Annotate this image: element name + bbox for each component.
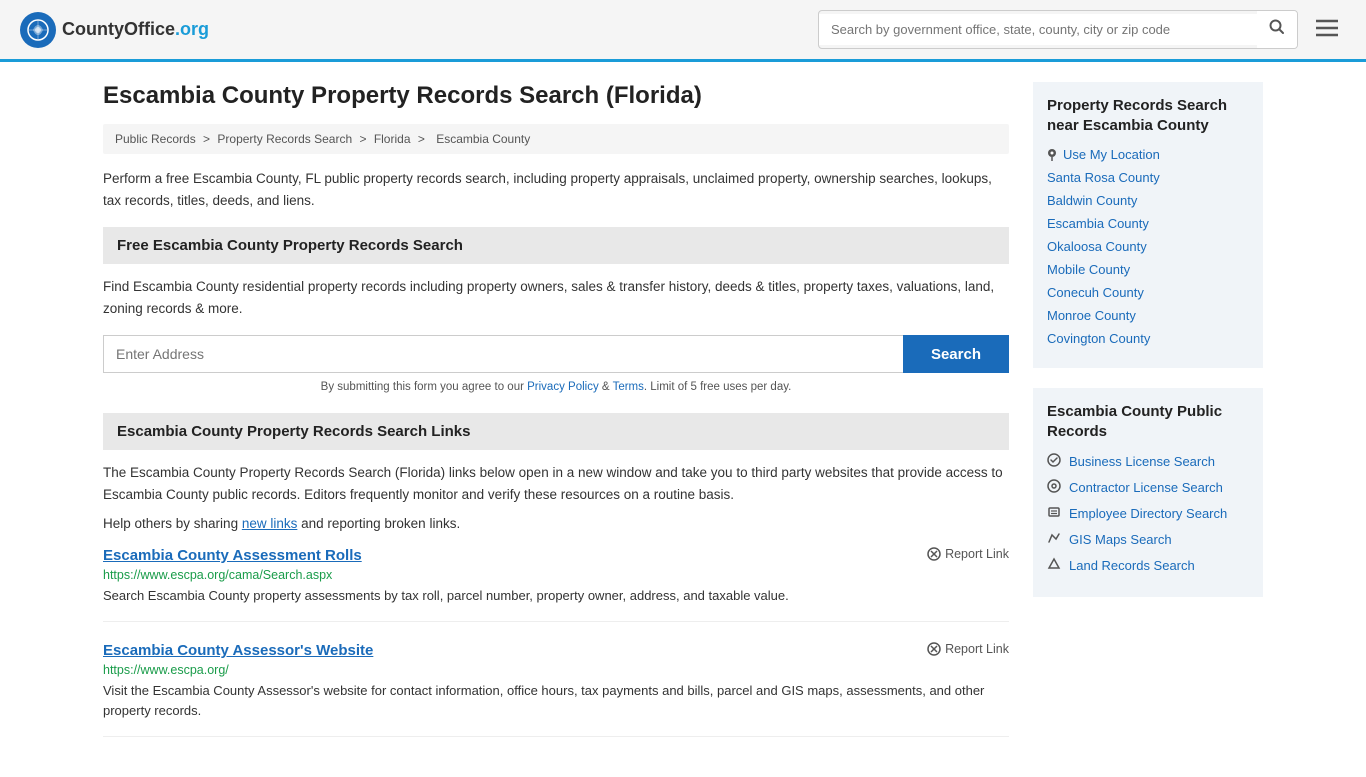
resource-card-2: Escambia County Assessor's Website Repor… bbox=[103, 642, 1009, 737]
share-line: Help others by sharing new links and rep… bbox=[103, 516, 1009, 531]
gis-maps-label: GIS Maps Search bbox=[1069, 532, 1172, 547]
nearby-mobile[interactable]: Mobile County bbox=[1047, 262, 1249, 277]
resource-card-1: Escambia County Assessment Rolls Report … bbox=[103, 547, 1009, 623]
use-location[interactable]: Use My Location bbox=[1047, 147, 1249, 162]
contractor-license-label: Contractor License Search bbox=[1069, 480, 1223, 495]
terms-link[interactable]: Terms bbox=[613, 381, 644, 393]
share-post: and reporting broken links. bbox=[297, 516, 460, 531]
employee-directory-label: Employee Directory Search bbox=[1069, 506, 1227, 521]
employee-directory-link[interactable]: Employee Directory Search bbox=[1047, 505, 1249, 522]
breadcrumb-public-records[interactable]: Public Records bbox=[115, 132, 196, 146]
hamburger-menu[interactable] bbox=[1308, 13, 1346, 47]
logo-domain: .org bbox=[175, 19, 209, 39]
resource-title-2[interactable]: Escambia County Assessor's Website bbox=[103, 642, 373, 659]
public-records-box: Escambia County Public Records Business … bbox=[1033, 388, 1263, 597]
nearby-counties-box: Property Records Search near Escambia Co… bbox=[1033, 82, 1263, 368]
resource-card-2-header: Escambia County Assessor's Website Repor… bbox=[103, 642, 1009, 659]
logo-icon bbox=[20, 12, 56, 48]
nearby-baldwin[interactable]: Baldwin County bbox=[1047, 193, 1249, 208]
links-section-header: Escambia County Property Records Search … bbox=[103, 413, 1009, 450]
privacy-policy-link[interactable]: Privacy Policy bbox=[527, 381, 599, 393]
employee-directory-icon bbox=[1047, 505, 1061, 522]
resource-card-1-header: Escambia County Assessment Rolls Report … bbox=[103, 547, 1009, 564]
address-input[interactable] bbox=[103, 335, 903, 373]
global-search-bar[interactable] bbox=[818, 10, 1298, 49]
address-search-form: Search By submitting this form you agree… bbox=[103, 335, 1009, 393]
gis-maps-link[interactable]: GIS Maps Search bbox=[1047, 531, 1249, 548]
main-container: Escambia County Property Records Search … bbox=[83, 62, 1283, 777]
free-search-description: Find Escambia County residential propert… bbox=[103, 276, 1009, 319]
breadcrumb: Public Records > Property Records Search… bbox=[103, 124, 1009, 154]
resource-url-2[interactable]: https://www.escpa.org/ bbox=[103, 663, 1009, 677]
business-license-link[interactable]: Business License Search bbox=[1047, 453, 1249, 470]
resource-desc-1: Search Escambia County property assessme… bbox=[103, 586, 1009, 606]
gis-maps-icon bbox=[1047, 531, 1061, 548]
use-location-label: Use My Location bbox=[1063, 147, 1160, 162]
breadcrumb-property-records-search[interactable]: Property Records Search bbox=[217, 132, 352, 146]
form-note: By submitting this form you agree to our… bbox=[103, 381, 1009, 393]
global-search-input[interactable] bbox=[819, 14, 1257, 45]
nearby-conecuh[interactable]: Conecuh County bbox=[1047, 285, 1249, 300]
share-pre: Help others by sharing bbox=[103, 516, 242, 531]
contractor-license-link[interactable]: Contractor License Search bbox=[1047, 479, 1249, 496]
new-links-link[interactable]: new links bbox=[242, 516, 298, 531]
address-search-row: Search bbox=[103, 335, 1009, 373]
form-note-post: . Limit of 5 free uses per day. bbox=[644, 381, 791, 393]
breadcrumb-florida[interactable]: Florida bbox=[374, 132, 411, 146]
content-area: Escambia County Property Records Search … bbox=[103, 82, 1009, 757]
site-header: CountyOffice.org bbox=[0, 0, 1366, 62]
links-section: Escambia County Property Records Search … bbox=[103, 413, 1009, 737]
global-search-button[interactable] bbox=[1257, 11, 1297, 48]
breadcrumb-current: Escambia County bbox=[436, 132, 530, 146]
logo-text: CountyOffice.org bbox=[62, 19, 209, 40]
nearby-monroe[interactable]: Monroe County bbox=[1047, 308, 1249, 323]
land-records-label: Land Records Search bbox=[1069, 558, 1195, 573]
nearby-okaloosa[interactable]: Okaloosa County bbox=[1047, 239, 1249, 254]
logo[interactable]: CountyOffice.org bbox=[20, 12, 209, 48]
links-description: The Escambia County Property Records Sea… bbox=[103, 462, 1009, 505]
nearby-santa-rosa[interactable]: Santa Rosa County bbox=[1047, 170, 1249, 185]
resource-desc-2: Visit the Escambia County Assessor's web… bbox=[103, 681, 1009, 720]
resource-url-1[interactable]: https://www.escpa.org/cama/Search.aspx bbox=[103, 568, 1009, 582]
report-link-2[interactable]: Report Link bbox=[927, 642, 1009, 656]
header-right bbox=[818, 10, 1346, 49]
resource-title-1[interactable]: Escambia County Assessment Rolls bbox=[103, 547, 362, 564]
business-license-icon bbox=[1047, 453, 1061, 470]
free-search-section-header: Free Escambia County Property Records Se… bbox=[103, 227, 1009, 264]
form-note-and: & bbox=[599, 381, 613, 393]
business-license-label: Business License Search bbox=[1069, 454, 1215, 469]
form-note-pre: By submitting this form you agree to our bbox=[321, 381, 527, 393]
nearby-escambia[interactable]: Escambia County bbox=[1047, 216, 1249, 231]
nearby-covington[interactable]: Covington County bbox=[1047, 331, 1249, 346]
contractor-license-icon bbox=[1047, 479, 1061, 496]
address-search-button[interactable]: Search bbox=[903, 335, 1009, 373]
public-records-title: Escambia County Public Records bbox=[1047, 402, 1249, 441]
sidebar: Property Records Search near Escambia Co… bbox=[1033, 82, 1263, 757]
land-records-link[interactable]: Land Records Search bbox=[1047, 557, 1249, 574]
page-description: Perform a free Escambia County, FL publi… bbox=[103, 168, 1009, 211]
land-records-icon bbox=[1047, 557, 1061, 574]
page-title: Escambia County Property Records Search … bbox=[103, 82, 1009, 110]
nearby-counties-title: Property Records Search near Escambia Co… bbox=[1047, 96, 1249, 135]
report-link-1[interactable]: Report Link bbox=[927, 547, 1009, 561]
